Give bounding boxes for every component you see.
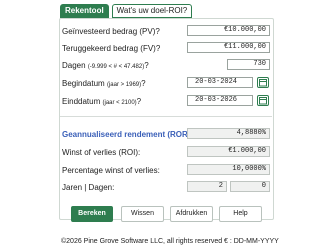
years-days-label: Jaren | Dagen: [62,183,115,192]
gain-row: Winst of verlies (ROI): €1.000,00 [60,146,272,160]
tab-doel-roi[interactable]: Wat's uw doel-ROI? [111,4,193,18]
copyright-text: ©2026 Pine Grove Software LLC, all right… [61,238,223,245]
days-row: Dagen (-9.999 < # < 47.482)? 730 [60,59,272,73]
start-date-row: Begindatum (jaar > 1969)? 20-03-2024 [60,77,272,91]
start-date-label-hint: (jaar > 1969) [106,82,142,88]
end-date-label-hint: (jaar < 2100) [102,100,137,106]
returned-row: Teruggekeerd bedrag (FV)? €11.000,00 [60,42,272,56]
days-label-suffix: ? [144,61,149,70]
returned-label: Teruggekeerd bedrag (FV)? [62,44,161,53]
percentage-output: 10,0000% [187,164,270,175]
divider [60,116,272,117]
annualized-output: 4,8880% [187,128,270,139]
end-date-label-suffix: ? [136,97,142,106]
days-label-hint: (-9.999 < # < 47.482) [87,64,145,70]
clear-button[interactable]: Wissen [121,206,164,222]
calculate-button[interactable]: Bereken [71,206,113,222]
days-label: Dagen (-9.999 < # < 47.482)? [62,60,149,73]
gain-output: €1.000,00 [187,146,270,157]
days-input[interactable]: 730 [227,59,270,70]
start-date-calendar-button[interactable] [257,77,269,88]
percentage-row: Percentage winst of verlies: 10,0000% [60,164,272,178]
start-date-label-main: Begindatum [62,79,105,88]
annualized-label: Geannualiseerd rendement (ROR): [62,130,194,139]
end-date-label-main: Einddatum [62,97,101,106]
gain-label: Winst of verlies (ROI): [62,148,141,157]
end-date-row: Einddatum (jaar < 2100)? 20-03-2026 [60,95,272,109]
end-date-input[interactable]: 20-03-2026 [187,95,253,106]
start-date-label-suffix: ? [141,79,146,88]
years-days-row: Jaren | Dagen: 2 0 [60,181,272,195]
invested-input[interactable]: €10.000,00 [187,25,270,36]
invested-row: Geïnvesteerd bedrag (PV)? €10.000,00 [60,25,272,39]
tab-rekentool[interactable]: Rekentool [60,4,109,18]
calendar-icon [259,79,267,87]
print-button[interactable]: Afdrukken [170,206,213,222]
invested-label: Geïnvesteerd bedrag (PV)? [62,27,160,36]
end-date-label: Einddatum (jaar < 2100)? [62,96,141,109]
calendar-icon [259,97,267,105]
start-date-label: Begindatum (jaar > 1969)? [62,78,146,91]
days-output: 0 [230,181,270,192]
tab-bar: Rekentool Wat's uw doel-ROI? [60,4,193,18]
years-output: 2 [187,181,227,192]
end-date-calendar-button[interactable] [257,95,269,106]
start-date-input[interactable]: 20-03-2024 [187,77,253,88]
percentage-label: Percentage winst of verlies: [62,166,160,175]
days-label-main: Dagen [62,61,86,70]
returned-input[interactable]: €11.000,00 [187,42,270,53]
annualized-row: Geannualiseerd rendement (ROR): 4,8880% [60,128,272,142]
help-button[interactable]: Help [219,206,262,222]
date-format-text: € : DD-MM-YYYY [224,238,279,245]
